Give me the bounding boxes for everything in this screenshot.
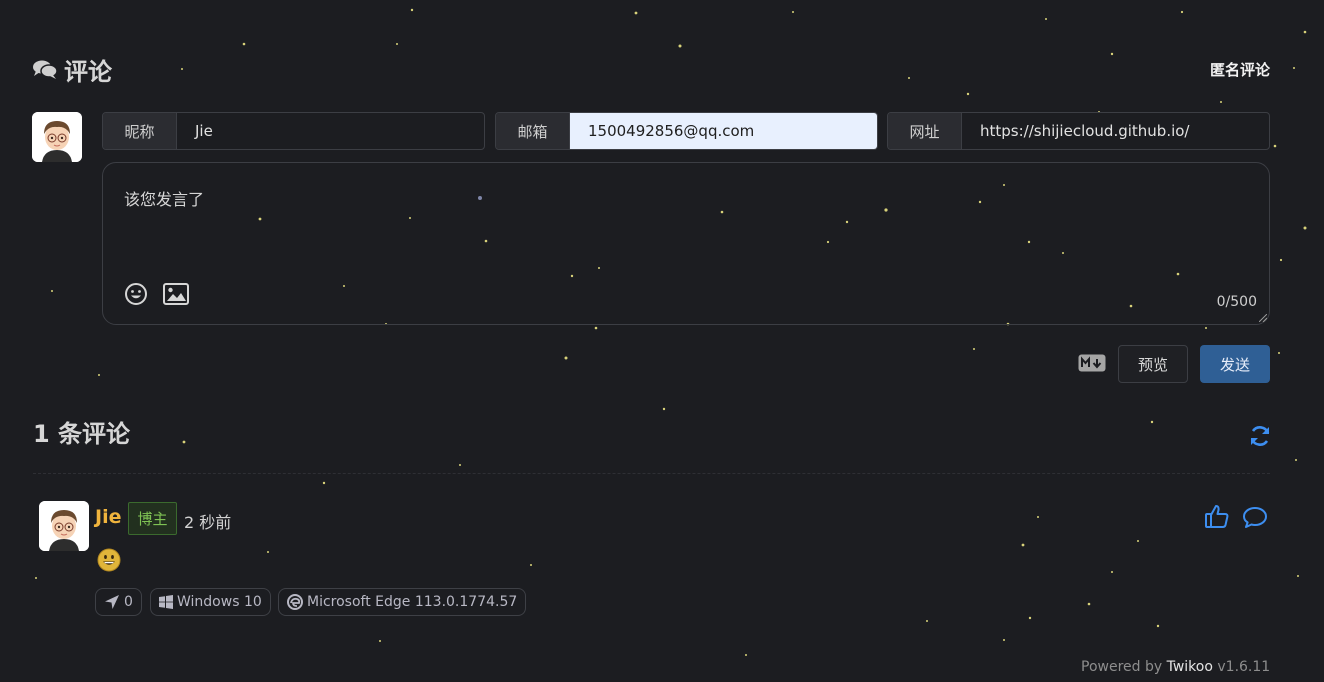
website-field: 网址 https://shijiecloud.github.io/ (887, 112, 1270, 150)
location-arrow-icon (105, 595, 119, 609)
os-tag: Windows 10 (150, 588, 271, 616)
email-label: 邮箱 (496, 113, 570, 149)
reply-icon[interactable] (1242, 505, 1268, 529)
comments-section-title: 评论 (32, 52, 112, 86)
divider (33, 473, 1270, 474)
image-icon[interactable] (162, 281, 190, 307)
comment-time: 2 秒前 (184, 513, 232, 532)
emoji-icon[interactable] (122, 281, 150, 307)
comment-textarea[interactable]: 该您发言了 0/500 (102, 162, 1270, 325)
comment-avatar (39, 501, 89, 551)
location-text: 0 (124, 594, 133, 610)
char-count: 0/500 (1216, 294, 1257, 310)
nickname-input[interactable]: Jie (177, 113, 484, 149)
version-text: v1.6.11 (1212, 659, 1271, 675)
anonymous-comment-toggle[interactable]: 匿名评论 (1180, 59, 1270, 80)
powered-by: Powered by Twikoo v1.6.11 (1081, 659, 1270, 675)
powered-prefix: Powered by (1081, 659, 1167, 675)
refresh-icon[interactable] (1248, 424, 1272, 448)
like-icon[interactable] (1204, 503, 1230, 529)
textarea-placeholder: 该您发言了 (124, 190, 205, 209)
windows-icon (159, 595, 173, 609)
website-input[interactable]: https://shijiecloud.github.io/ (962, 113, 1269, 149)
comments-title-text: 评论 (64, 57, 112, 86)
resize-grip-icon[interactable] (1259, 314, 1267, 322)
location-tag: 0 (95, 588, 142, 616)
twikoo-link[interactable]: Twikoo (1167, 659, 1213, 675)
comment-nick[interactable]: Jie (95, 506, 121, 528)
browser-text: Microsoft Edge 113.0.1774.57 (307, 594, 518, 610)
comments-icon (33, 60, 58, 79)
send-button[interactable]: 发送 (1200, 345, 1270, 383)
nickname-field: 昵称 Jie (102, 112, 485, 150)
website-label: 网址 (888, 113, 962, 149)
preview-button[interactable]: 预览 (1118, 345, 1188, 383)
avatar (32, 112, 82, 162)
email-field: 邮箱 1500492856@qq.com (495, 112, 878, 150)
master-badge: 博主 (128, 502, 177, 535)
edge-icon (287, 594, 303, 610)
comment-count-title: 1 条评论 (33, 420, 131, 448)
browser-tag: Microsoft Edge 113.0.1774.57 (278, 588, 527, 616)
os-text: Windows 10 (177, 594, 262, 610)
nickname-label: 昵称 (103, 113, 177, 149)
starfield-background (35, 8, 1307, 656)
email-input[interactable]: 1500492856@qq.com (570, 113, 877, 149)
grinning-emoji (97, 548, 121, 572)
markdown-icon[interactable] (1078, 354, 1106, 372)
